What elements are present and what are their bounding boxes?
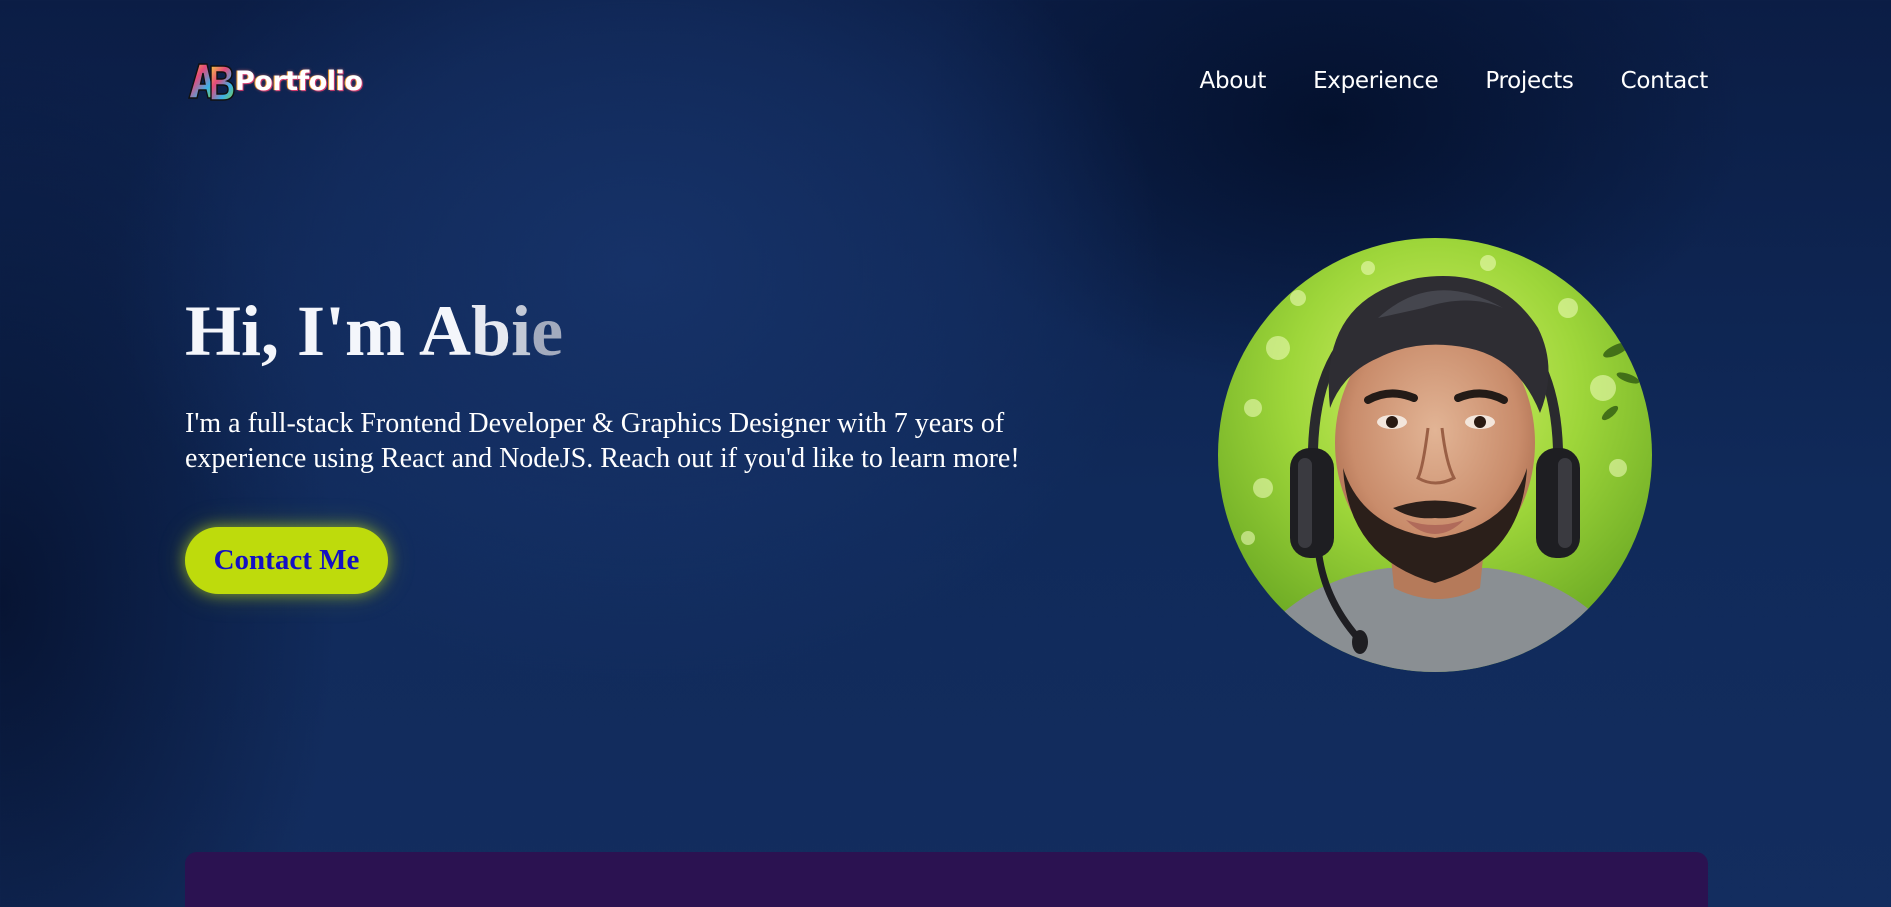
next-section-card [185, 852, 1708, 907]
main-nav: About Experience Projects Contact [1200, 68, 1709, 94]
logo-text: Portfolio [235, 65, 363, 97]
hero-description: I'm a full-stack Frontend Developer & Gr… [185, 408, 1020, 474]
hero-title: Hi, I'm Abie [185, 286, 563, 376]
hero-title-typing-3: e [531, 291, 564, 371]
site-header: Portfolio About Experience Projects Cont… [185, 56, 1708, 116]
nav-link-contact[interactable]: Contact [1621, 68, 1709, 94]
nav-link-projects[interactable]: Projects [1485, 68, 1574, 94]
logo[interactable]: Portfolio [185, 56, 363, 106]
profile-avatar [1218, 238, 1652, 672]
logo-icon [188, 63, 235, 101]
profile-photo-illustration [1218, 238, 1652, 672]
nav-link-about[interactable]: About [1200, 68, 1267, 94]
contact-me-button[interactable]: Contact Me [185, 527, 388, 594]
hero-title-solid: Hi, I'm A [185, 291, 472, 371]
hero-title-typing-1: b [471, 291, 512, 371]
hero-title-typing-2: i [511, 291, 532, 371]
nav-link-experience[interactable]: Experience [1313, 68, 1439, 94]
